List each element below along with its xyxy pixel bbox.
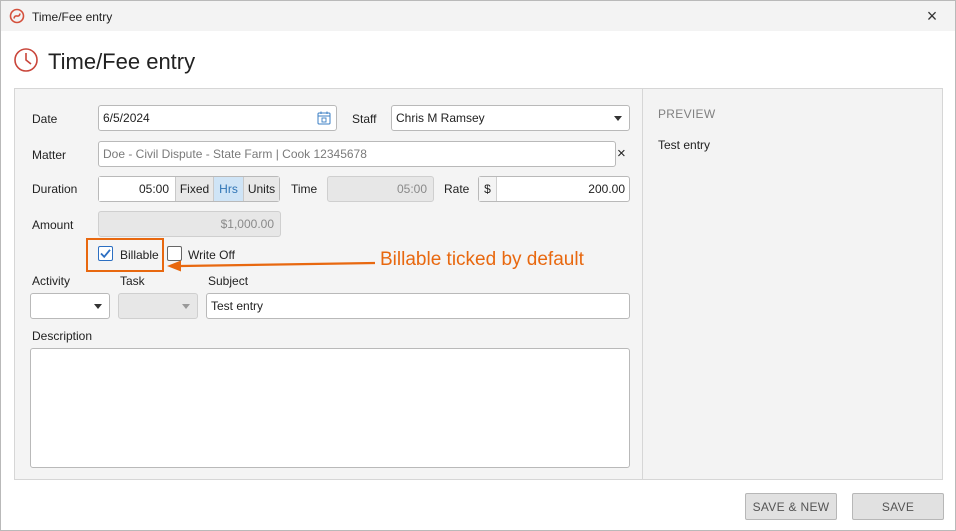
chevron-down-icon [182,304,190,309]
matter-value: Doe - Civil Dispute - State Farm | Cook … [103,147,367,161]
description-textarea[interactable] [30,348,630,468]
duration-value: 05:00 [138,182,169,196]
time-value: 05:00 [396,182,427,196]
time-label: Time [291,182,318,196]
mode-units-button[interactable]: Units [243,177,279,201]
description-label: Description [32,329,93,343]
activity-label: Activity [32,274,71,288]
preview-text: Test entry [658,138,711,152]
app-logo-icon [9,8,25,24]
time-field: 05:00 [327,176,434,202]
annotation-arrow [167,260,376,272]
chevron-down-icon [614,116,622,121]
billable-highlight-box [86,238,164,272]
rate-label: Rate [444,182,470,196]
date-field[interactable]: 6/5/2024 [98,105,337,131]
task-label: Task [120,274,145,288]
time-fee-entry-window: Time/Fee entry × Time/Fee entry PREVIEW … [0,0,956,531]
close-window-button[interactable]: × [909,1,955,31]
save-button[interactable]: SAVE [852,493,944,520]
duration-label: Duration [32,182,78,196]
mode-hrs-button[interactable]: Hrs [213,177,243,201]
subject-value: Test entry [211,299,264,313]
staff-value: Chris M Ramsey [396,111,485,125]
subject-field[interactable]: Test entry [206,293,630,319]
window-title: Time/Fee entry [32,10,113,24]
date-label: Date [32,112,58,126]
clear-matter-icon[interactable]: × [617,145,626,162]
amount-field: $1,000.00 [98,211,281,237]
staff-select[interactable]: Chris M Ramsey [391,105,630,131]
page-title: Time/Fee entry [48,49,196,74]
calendar-icon[interactable] [317,111,331,125]
preview-panel: PREVIEW Test entry [642,88,943,480]
currency-symbol: $ [479,177,497,201]
annotation-text: Billable ticked by default [380,249,584,270]
subject-label: Subject [208,274,249,288]
amount-value: $1,000.00 [220,217,274,231]
date-value: 6/5/2024 [103,111,150,125]
close-icon: × [926,5,938,26]
matter-label: Matter [32,148,67,162]
duration-control: 05:00 Fixed Hrs Units [98,176,280,202]
amount-label: Amount [32,218,74,232]
activity-select[interactable] [30,293,110,319]
matter-field[interactable]: Doe - Civil Dispute - State Farm | Cook … [98,141,616,167]
rate-value: 200.00 [588,182,625,196]
mode-fixed-button[interactable]: Fixed [175,177,213,201]
duration-input[interactable]: 05:00 [99,177,175,201]
staff-label: Staff [352,112,377,126]
rate-field[interactable]: $ 200.00 [478,176,630,202]
clock-icon [14,48,38,72]
task-select [118,293,198,319]
chevron-down-icon [94,304,102,309]
title-bar: Time/Fee entry × [1,1,955,31]
save-and-new-button[interactable]: SAVE & NEW [745,493,837,520]
preview-title: PREVIEW [658,107,716,121]
